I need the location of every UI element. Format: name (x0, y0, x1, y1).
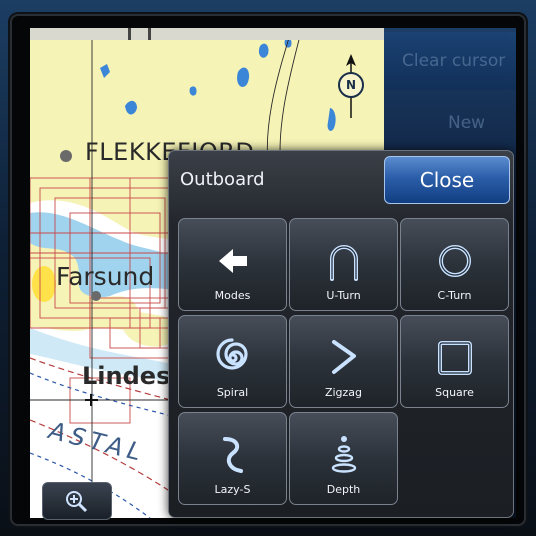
tile-depth[interactable]: Depth (289, 412, 398, 505)
square-icon (438, 341, 472, 375)
depth-icon (331, 436, 357, 473)
spiral-icon (216, 338, 248, 370)
tile-lazy-s[interactable]: Lazy-S (178, 412, 287, 505)
u-turn-icon (330, 245, 358, 281)
place-label-lindesnes: Lindes (82, 362, 171, 390)
tile-square[interactable]: Square (400, 315, 509, 408)
north-label: N (338, 72, 364, 98)
tile-label: U-Turn (326, 289, 361, 302)
tile-u-turn[interactable]: U-Turn (289, 218, 398, 311)
c-turn-icon (439, 245, 471, 277)
tile-modes[interactable]: Modes (178, 218, 287, 311)
magnifier-plus-icon (66, 491, 88, 513)
clear-cursor-button[interactable]: Clear cursor (384, 32, 516, 90)
place-label-farsund: Farsund (56, 262, 155, 291)
tile-label: Lazy-S (214, 483, 251, 496)
zigzag-icon (332, 340, 356, 374)
tile-spiral[interactable]: Spiral (178, 315, 287, 408)
close-button[interactable]: Close (384, 156, 510, 204)
tile-label: Depth (326, 483, 361, 496)
display-frame: FLEKKEFJORD Farsund Lindes ASTAL N Clear… (0, 0, 536, 536)
tile-label: Zigzag (324, 386, 363, 399)
arrow-left-icon (219, 249, 247, 273)
new-button[interactable]: New (430, 94, 536, 152)
tile-c-turn[interactable]: C-Turn (400, 218, 509, 311)
tile-label: Modes (214, 289, 251, 302)
zoom-in-button[interactable] (42, 482, 112, 520)
outboard-autopilot-dialog: Outboard Close Modes U-Turn C-Turn Spira… (168, 150, 514, 518)
tile-zigzag[interactable]: Zigzag (289, 315, 398, 408)
tile-label: C-Turn (437, 289, 472, 302)
tile-label: Spiral (216, 386, 249, 399)
tile-label: Square (435, 386, 474, 399)
dialog-title: Outboard (180, 169, 265, 190)
north-indicator[interactable]: N (336, 54, 366, 124)
lazy-s-icon (223, 437, 243, 473)
